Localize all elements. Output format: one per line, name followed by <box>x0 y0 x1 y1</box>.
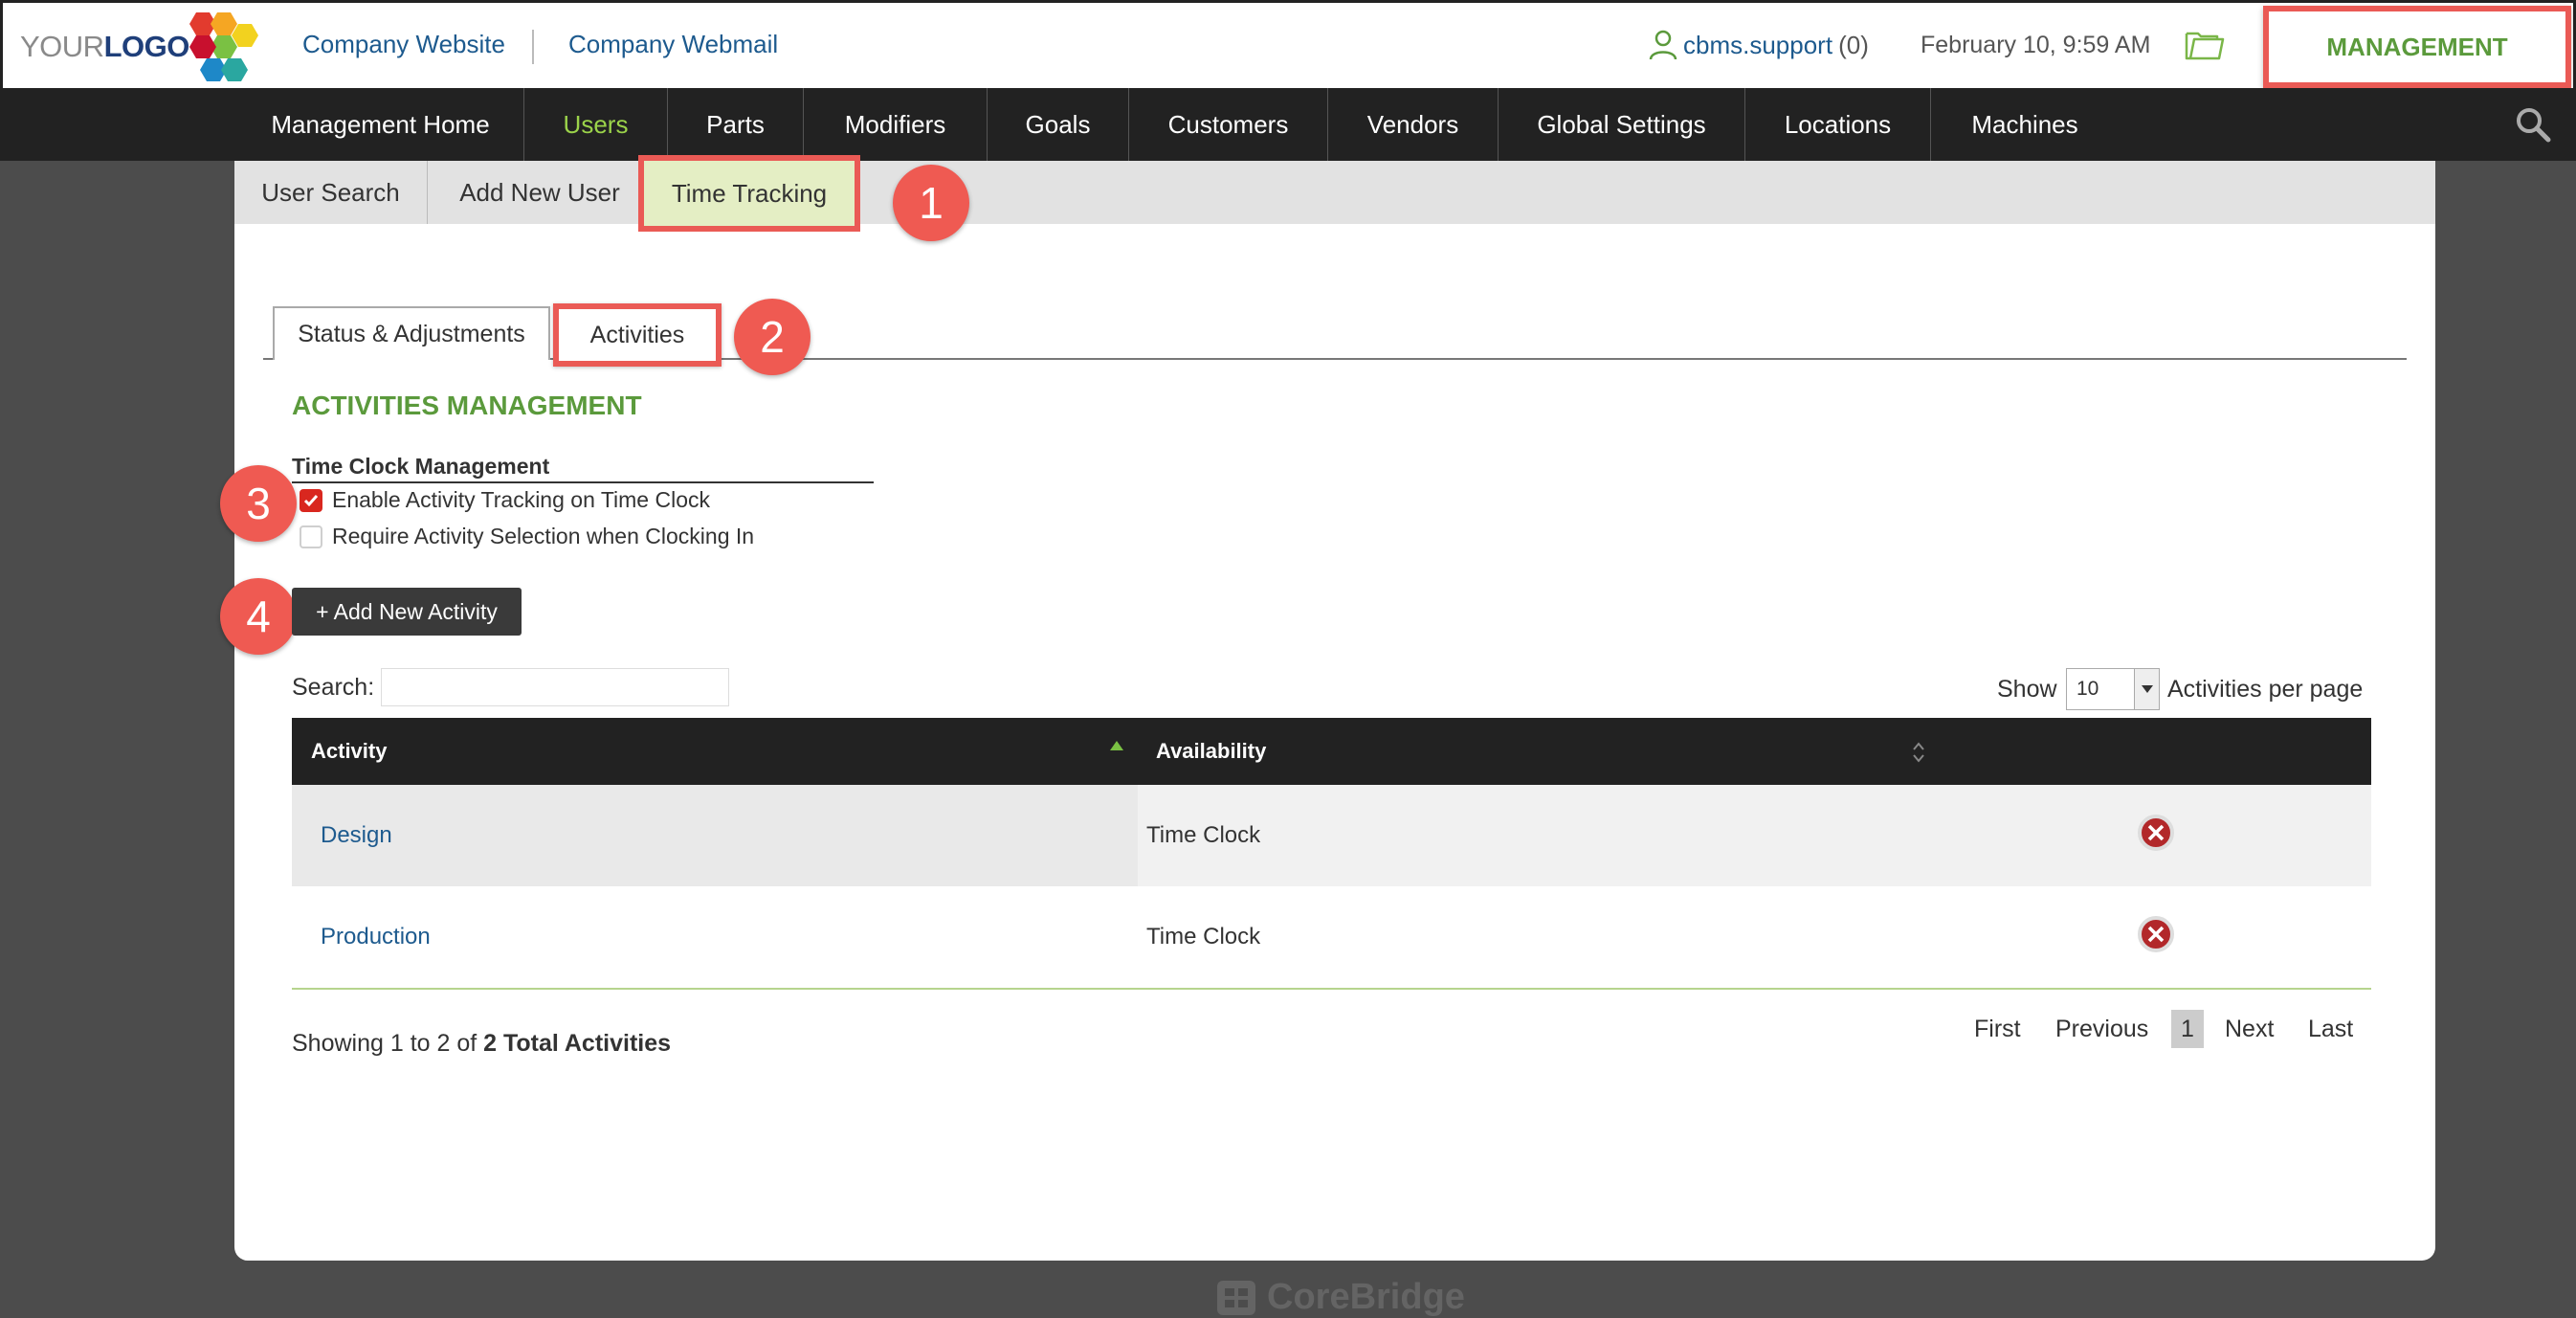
column-header-availability[interactable]: Availability <box>1156 718 2113 785</box>
section-title: ACTIVITIES MANAGEMENT <box>292 391 642 420</box>
search-input[interactable] <box>381 668 729 706</box>
callout-badge-4: 4 <box>220 578 297 655</box>
content-panel: User Search Add New User Time Tracking 1… <box>220 155 2435 1261</box>
tab-activities[interactable]: Activities <box>553 303 722 367</box>
company-website-link[interactable]: Company Website <box>302 30 505 59</box>
user-account-link[interactable]: cbms.support (0) <box>1649 30 1869 60</box>
table-bottom-border <box>292 988 2371 990</box>
enable-activity-tracking-checkbox[interactable] <box>300 488 322 512</box>
nav-item-users[interactable]: Users <box>524 88 668 161</box>
user-icon <box>1649 30 1677 60</box>
delete-icon[interactable] <box>2137 814 2175 852</box>
callout-badge-3: 3 <box>220 465 297 542</box>
pager-next[interactable]: Next <box>2225 1010 2274 1048</box>
enable-activity-tracking-label: Enable Activity Tracking on Time Clock <box>332 487 710 512</box>
activities-table: Activity Availability Design Time Clock <box>292 718 2371 988</box>
search-label: Search: <box>292 674 375 701</box>
corebridge-text: CoreBridge <box>1267 1277 1465 1317</box>
checkmark-icon <box>303 494 319 506</box>
nav-item-locations[interactable]: Locations <box>1745 88 1931 161</box>
activity-link-production[interactable]: Production <box>321 886 431 988</box>
subnav-user-search[interactable]: User Search <box>234 161 428 224</box>
time-clock-heading: Time Clock Management <box>292 454 874 483</box>
column-header-activity[interactable]: Activity <box>311 718 1134 785</box>
nav-item-global-settings[interactable]: Global Settings <box>1499 88 1745 161</box>
require-activity-selection-checkbox[interactable] <box>300 525 322 548</box>
sub-navigation: User Search Add New User Time Tracking <box>234 155 2435 232</box>
pager-previous[interactable]: Previous <box>2055 1010 2148 1048</box>
top-bar: YOURLOGO Company Website Company Webmail… <box>0 0 2576 88</box>
nav-item-customers[interactable]: Customers <box>1129 88 1328 161</box>
show-label: Show <box>1997 676 2057 703</box>
activity-link-design[interactable]: Design <box>321 785 392 886</box>
header-divider <box>532 30 534 64</box>
callout-badge-1: 1 <box>893 165 969 241</box>
require-activity-selection-option[interactable]: Require Activity Selection when Clocking… <box>300 524 754 549</box>
nav-item-modifiers[interactable]: Modifiers <box>804 88 988 161</box>
corebridge-logo-icon <box>1217 1280 1255 1315</box>
table-header: Activity Availability <box>292 718 2371 785</box>
availability-cell: Time Clock <box>1146 924 1261 949</box>
company-webmail-link[interactable]: Company Webmail <box>568 30 778 59</box>
availability-cell: Time Clock <box>1146 822 1261 848</box>
tab-status-adjustments[interactable]: Status & Adjustments <box>273 306 550 360</box>
sort-ascending-icon <box>1110 741 1123 750</box>
search-icon[interactable] <box>2514 105 2552 144</box>
per-page-label: Activities per page <box>2167 676 2364 703</box>
nav-item-vendors[interactable]: Vendors <box>1328 88 1499 161</box>
user-name: cbms.support <box>1683 30 1833 59</box>
nav-item-goals[interactable]: Goals <box>988 88 1129 161</box>
logo-hexagon-icon <box>189 12 258 81</box>
nav-item-management-home[interactable]: Management Home <box>237 88 524 161</box>
enable-activity-tracking-option[interactable]: Enable Activity Tracking on Time Clock <box>300 487 710 513</box>
page-size-value: 10 <box>2076 678 2099 700</box>
callout-badge-2: 2 <box>734 299 811 375</box>
subnav-time-tracking[interactable]: Time Tracking <box>638 155 860 232</box>
corebridge-brand: CoreBridge <box>1215 1277 1465 1318</box>
add-new-activity-button[interactable]: + Add New Activity <box>292 588 522 636</box>
table-row: Design Time Clock <box>292 785 2371 886</box>
folder-icon[interactable] <box>2185 28 2225 62</box>
main-navigation: Management Home Users Parts Modifiers Go… <box>0 88 2576 161</box>
page-size-select[interactable]: 10 <box>2066 668 2160 710</box>
chevron-down-icon <box>2134 669 2159 709</box>
user-notification-count: (0) <box>1838 30 1869 59</box>
require-activity-selection-label: Require Activity Selection when Clocking… <box>332 524 755 548</box>
table-row: Production Time Clock <box>292 886 2371 988</box>
pager-first[interactable]: First <box>1974 1010 2021 1048</box>
pager-last[interactable]: Last <box>2308 1010 2353 1048</box>
company-logo[interactable]: YOURLOGO <box>20 12 258 81</box>
delete-icon[interactable] <box>2137 915 2175 953</box>
table-info: Showing 1 to 2 of 2 Total Activities <box>292 1030 672 1057</box>
subnav-add-new-user[interactable]: Add New User <box>428 161 652 224</box>
nav-item-machines[interactable]: Machines <box>1931 88 2119 161</box>
current-datetime: February 10, 9:59 AM <box>1921 32 2151 58</box>
management-button[interactable]: MANAGEMENT <box>2263 6 2571 88</box>
sort-both-icon <box>1913 742 1924 763</box>
pager-current-page[interactable]: 1 <box>2171 1010 2204 1048</box>
nav-item-parts[interactable]: Parts <box>668 88 804 161</box>
